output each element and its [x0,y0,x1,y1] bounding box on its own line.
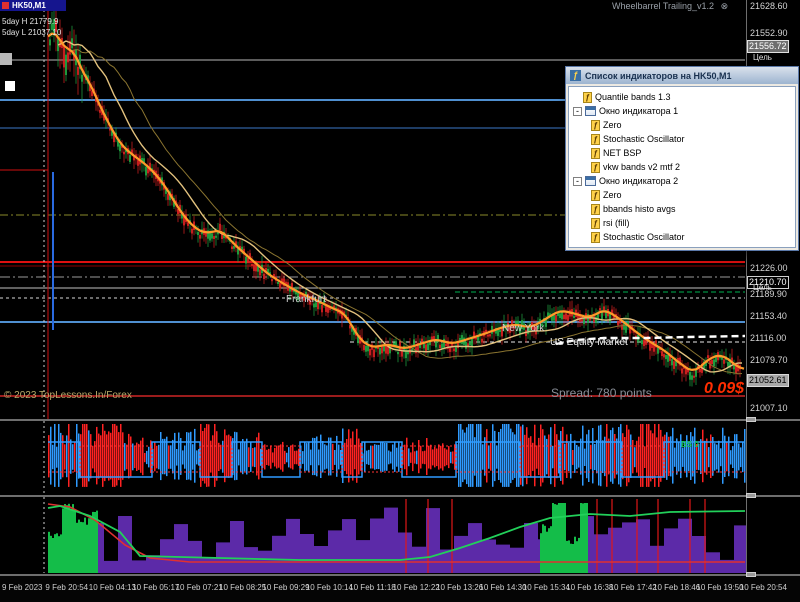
drawing-anchor-gray[interactable] [0,53,12,65]
window-separator[interactable] [0,419,800,421]
terminal-chart-window: 21628.6021552.9021556.7221226.0021210.70… [0,0,800,602]
symbol-period-label: HK50,M1 [12,1,46,10]
indicator-row[interactable]: ƒZero [569,118,795,132]
time-label: 9 Feb 20:54 [45,583,88,592]
indicator-label: NET BSP [603,148,641,158]
indicator-label: Окно индикатора 2 [599,176,678,186]
time-label: 10 Feb 17:42 [610,583,657,592]
indicator-row[interactable]: ƒStochastic Oscillator [569,132,795,146]
price-label: 21153.40 [750,311,787,322]
tree-collapse-icon[interactable]: - [573,177,582,186]
window-separator[interactable] [0,495,800,497]
indicator-window-icon [585,106,596,116]
dialog-body: ƒQuantile bands 1.3-Окно индикатора 1ƒZe… [568,86,796,248]
ea-status-icon[interactable]: ⊗ [721,1,729,11]
function-icon: ƒ [591,190,600,201]
function-icon: ƒ [591,218,600,229]
time-label: 10 Feb 05:17 [132,583,179,592]
indicator-row[interactable]: ƒStochastic Oscillator [569,230,795,244]
time-label: 10 Feb 09:29 [262,583,309,592]
session-label-newyork: New York [502,323,544,334]
time-label: 10 Feb 07:21 [176,583,223,592]
indicator-label: rsi (fill) [603,218,630,228]
indicator-group-row[interactable]: - Окно индикатора 2 [569,174,795,188]
function-icon: ƒ [591,232,600,243]
indicator-window-2[interactable] [0,497,746,574]
time-label: 10 Feb 04:13 [89,583,136,592]
price-label: 21628.60 [750,1,788,12]
drawing-anchor-white[interactable] [5,81,15,91]
indicator-label: bbands histo avgs [603,204,676,214]
window-separator[interactable] [0,574,800,576]
indicator-group-row[interactable]: - Окно индикатора 1 [569,104,795,118]
function-icon: ƒ [591,134,600,145]
session-label-frankfurt: Frankfurt [286,294,326,305]
target-label: Цель [753,53,772,62]
function-icon: ƒ [591,120,600,131]
indicators-list-dialog[interactable]: ƒ Список индикаторов на HK50,M1 ƒQuantil… [565,66,799,251]
session-label-us-equity: US Equity Market [550,337,628,348]
indicator-row[interactable]: ƒvkw bands v2 mtf 2 [569,160,795,174]
time-label: 10 Feb 14:30 [479,583,526,592]
time-label: 10 Feb 15:34 [523,583,570,592]
price-label: 21552.90 [750,28,788,39]
indicator-label: Quantile bands 1.3 [595,92,671,102]
indicator-window-1[interactable] [0,421,746,495]
indicator-window-icon [585,176,596,186]
symbol-titlebar[interactable]: HK50,M1 [0,0,66,11]
copyright-label: © 2023 TopLessons.In/Forex [4,390,132,401]
function-icon: ƒ [583,92,592,103]
fiveday-high-label: 5day H 21779.9 [2,17,59,26]
ea-name-text: Wheelbarrel Trailing_v1.2 [612,1,714,11]
indicator-label: Zero [603,190,622,200]
separator-grip[interactable] [746,572,756,577]
price-label: 21007.10 [750,403,788,414]
time-axis[interactable]: 9 Feb 20239 Feb 20:5410 Feb 04:1310 Feb … [0,576,800,602]
indicator-row[interactable]: ƒZero [569,188,795,202]
function-icon: ƒ [591,204,600,215]
time-label: 10 Feb 13:26 [436,583,483,592]
spread-label: Spread: 780 points [551,386,652,400]
indicator-label: Stochastic Oscillator [603,134,685,144]
time-label: 9 Feb 2023 [2,583,42,592]
dialog-titlebar[interactable]: ƒ Список индикаторов на HK50,M1 [566,67,798,84]
price-label: 21052.61 [747,374,789,387]
indicator-label: Окно индикатора 1 [599,106,678,116]
price-label: 21226.00 [750,263,788,274]
price-label: 21116.00 [750,333,786,344]
indicator-label: Zero [603,120,622,130]
time-label: 10 Feb 16:38 [566,583,613,592]
fiveday-low-label: 5day L 21037.10 [2,28,61,37]
indicator-label: vkw bands v2 mtf 2 [603,162,680,172]
separator-grip[interactable] [746,417,756,422]
separator-grip[interactable] [746,493,756,498]
dialog-title: Список индикаторов на HK50,M1 [585,71,731,81]
time-label: 10 Feb 20:54 [740,583,787,592]
tree-collapse-icon[interactable]: - [573,107,582,116]
price-label: 21079.70 [750,355,788,366]
price-label: 21556.72 [747,40,789,53]
highlight-value-label: 0.09$ [704,380,744,398]
indicator-row[interactable]: ƒQuantile bands 1.3 [569,90,795,104]
time-label: 10 Feb 10:14 [306,583,353,592]
time-label: 10 Feb 18:46 [653,583,700,592]
time-label: 10 Feb 08:25 [219,583,266,592]
indicators-dialog-icon: ƒ [570,70,581,81]
indicator-label: Stochastic Oscillator [603,232,685,242]
indicator-row[interactable]: ƒbbands histo avgs [569,202,795,216]
indicator-row[interactable]: ƒNET BSP [569,146,795,160]
time-label: 10 Feb 19:50 [696,583,743,592]
bsp-value-label: BS 0 [681,440,699,449]
target-label: Цель [753,283,772,292]
time-label: 10 Feb 11:18 [349,583,396,592]
indicator-row[interactable]: ƒrsi (fill) [569,216,795,230]
time-label: 10 Feb 12:22 [393,583,440,592]
chart-icon [2,2,9,9]
function-icon: ƒ [591,148,600,159]
function-icon: ƒ [591,162,600,173]
indicators-tree: ƒQuantile bands 1.3-Окно индикатора 1ƒZe… [569,90,795,244]
ea-name-label: Wheelbarrel Trailing_v1.2 ⊗ [612,1,728,12]
